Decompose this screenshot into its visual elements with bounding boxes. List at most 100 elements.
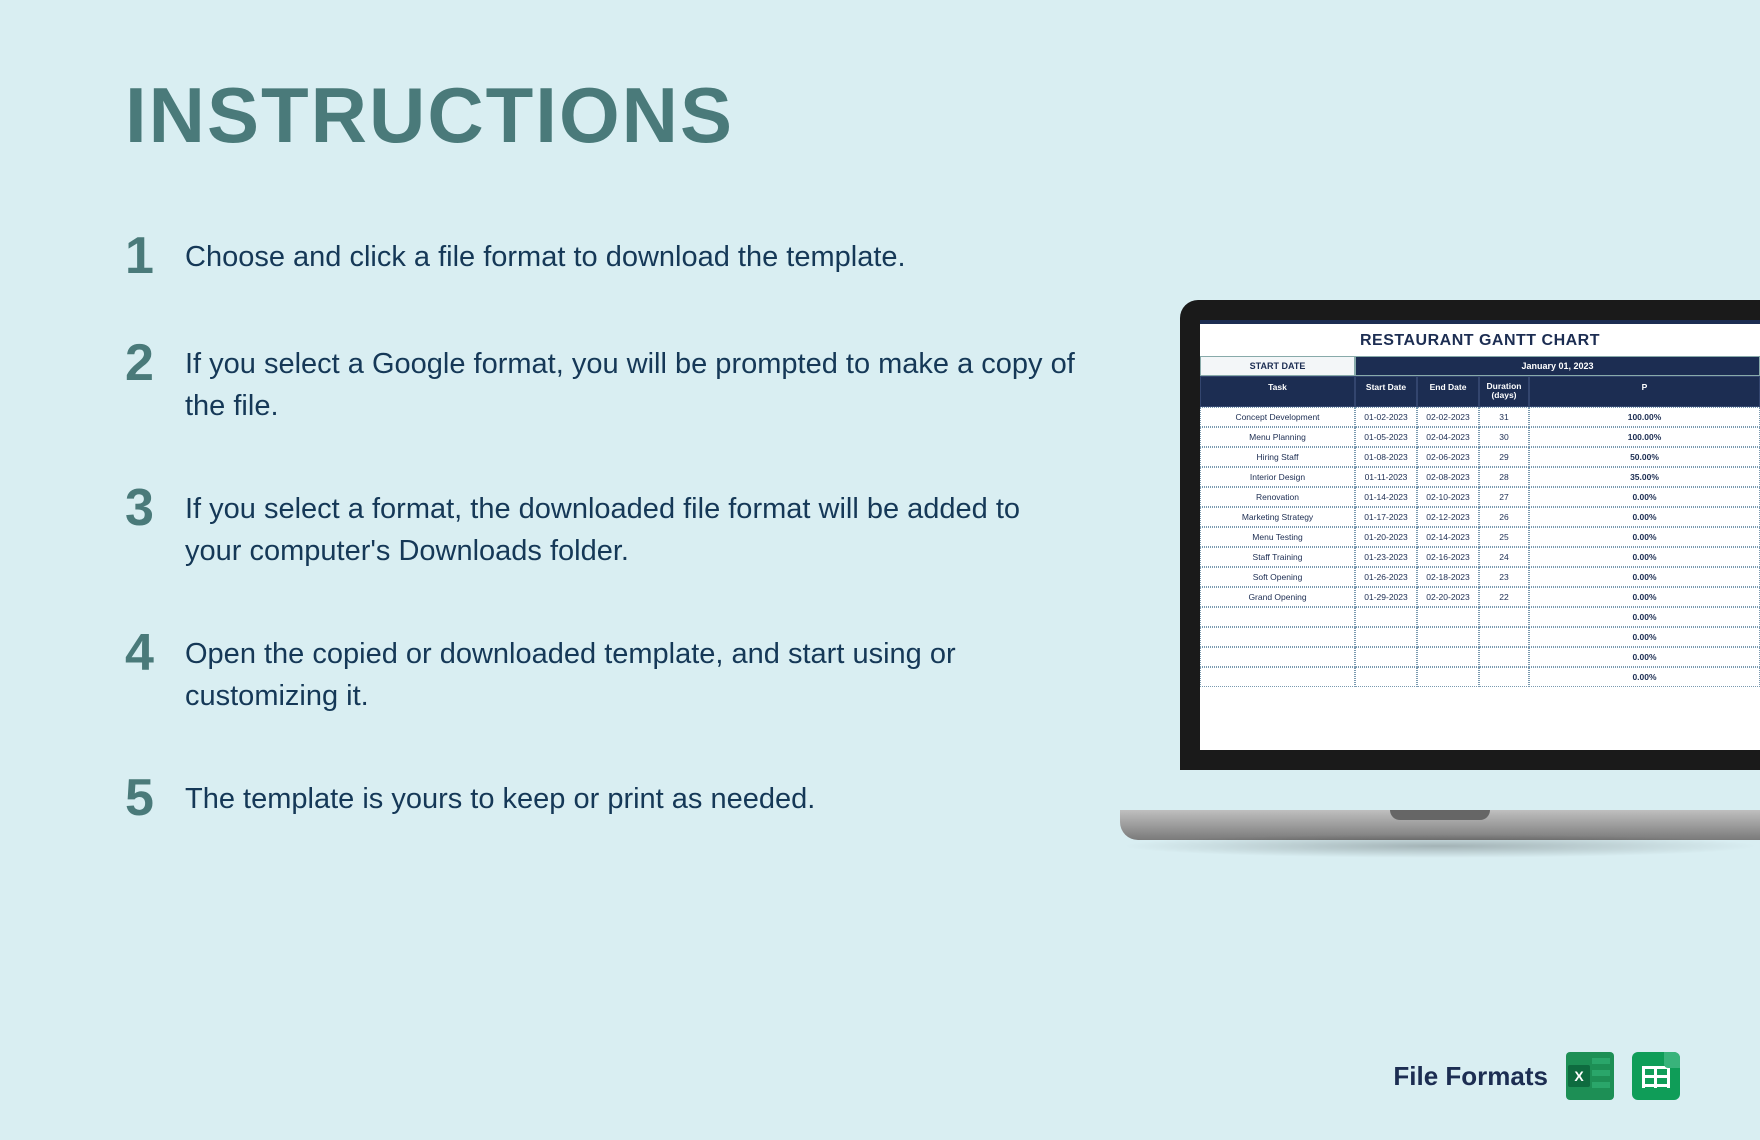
table-cell: 02-02-2023 xyxy=(1417,407,1479,427)
table-cell: Marketing Strategy xyxy=(1200,507,1355,527)
table-cell: 23 xyxy=(1479,567,1529,587)
table-cell: 26 xyxy=(1479,507,1529,527)
table-cell xyxy=(1417,647,1479,667)
table-cell xyxy=(1479,627,1529,647)
table-cell: 01-26-2023 xyxy=(1355,567,1417,587)
step-number: 1 xyxy=(125,230,185,282)
table-row: Grand Opening01-29-202302-20-2023220.00% xyxy=(1200,587,1760,607)
instruction-step: 5The template is yours to keep or print … xyxy=(125,772,1075,824)
table-cell: 01-11-2023 xyxy=(1355,467,1417,487)
table-cell: 0.00% xyxy=(1529,667,1760,687)
table-cell: 28 xyxy=(1479,467,1529,487)
table-row: Marketing Strategy01-17-202302-12-202326… xyxy=(1200,507,1760,527)
table-row: Interior Design01-11-202302-08-20232835.… xyxy=(1200,467,1760,487)
table-cell: 01-29-2023 xyxy=(1355,587,1417,607)
col-duration: Duration (days) xyxy=(1479,376,1529,407)
google-sheets-icon[interactable] xyxy=(1632,1052,1680,1100)
table-cell: Staff Training xyxy=(1200,547,1355,567)
table-cell xyxy=(1417,667,1479,687)
table-cell: 30 xyxy=(1479,427,1529,447)
step-text: If you select a format, the downloaded f… xyxy=(185,482,1075,572)
table-cell: Soft Opening xyxy=(1200,567,1355,587)
table-cell: Menu Planning xyxy=(1200,427,1355,447)
table-cell: 27 xyxy=(1479,487,1529,507)
table-row: 0.00% xyxy=(1200,607,1760,627)
page-title: INSTRUCTIONS xyxy=(125,70,734,161)
table-cell: 0.00% xyxy=(1529,487,1760,507)
table-cell: 01-20-2023 xyxy=(1355,527,1417,547)
table-cell: 25 xyxy=(1479,527,1529,547)
table-cell xyxy=(1200,607,1355,627)
table-cell xyxy=(1200,647,1355,667)
table-cell xyxy=(1479,607,1529,627)
table-cell: 02-04-2023 xyxy=(1417,427,1479,447)
sheet-title: RESTAURANT GANTT CHART xyxy=(1200,324,1760,356)
instruction-step: 1Choose and click a file format to downl… xyxy=(125,230,1075,282)
table-cell: 01-08-2023 xyxy=(1355,447,1417,467)
instruction-step: 3If you select a format, the downloaded … xyxy=(125,482,1075,572)
col-end: End Date xyxy=(1417,376,1479,407)
step-text: Choose and click a file format to downlo… xyxy=(185,230,906,278)
table-cell: Interior Design xyxy=(1200,467,1355,487)
table-cell: 01-23-2023 xyxy=(1355,547,1417,567)
sheet-column-headers: Task Start Date End Date Duration (days)… xyxy=(1200,376,1760,407)
table-cell xyxy=(1479,647,1529,667)
step-number: 4 xyxy=(125,627,185,679)
instruction-steps: 1Choose and click a file format to downl… xyxy=(125,230,1075,879)
table-cell: 01-14-2023 xyxy=(1355,487,1417,507)
table-row: Hiring Staff01-08-202302-06-20232950.00% xyxy=(1200,447,1760,467)
table-cell xyxy=(1417,627,1479,647)
table-cell xyxy=(1355,627,1417,647)
table-cell: 0.00% xyxy=(1529,607,1760,627)
table-cell xyxy=(1417,607,1479,627)
step-number: 3 xyxy=(125,482,185,534)
table-cell xyxy=(1355,647,1417,667)
table-cell: 0.00% xyxy=(1529,587,1760,607)
laptop-notch xyxy=(1390,810,1490,820)
laptop-frame: RESTAURANT GANTT CHART START DATE Januar… xyxy=(1180,300,1760,770)
laptop-preview: RESTAURANT GANTT CHART START DATE Januar… xyxy=(1160,300,1760,840)
table-cell: 22 xyxy=(1479,587,1529,607)
table-row: Menu Planning01-05-202302-04-202330100.0… xyxy=(1200,427,1760,447)
sheet-rows: Concept Development01-02-202302-02-20233… xyxy=(1200,407,1760,687)
table-cell: 50.00% xyxy=(1529,447,1760,467)
col-start: Start Date xyxy=(1355,376,1417,407)
table-cell: 0.00% xyxy=(1529,647,1760,667)
table-cell: 01-17-2023 xyxy=(1355,507,1417,527)
table-cell: 02-20-2023 xyxy=(1417,587,1479,607)
step-number: 2 xyxy=(125,337,185,389)
table-cell: 02-14-2023 xyxy=(1417,527,1479,547)
table-cell: 24 xyxy=(1479,547,1529,567)
col-percent: P xyxy=(1529,376,1760,407)
table-cell: 100.00% xyxy=(1529,407,1760,427)
laptop-shadow xyxy=(1120,834,1760,858)
table-cell: 02-18-2023 xyxy=(1417,567,1479,587)
file-formats: File Formats xyxy=(1393,1052,1680,1100)
table-row: 0.00% xyxy=(1200,667,1760,687)
table-cell: Renovation xyxy=(1200,487,1355,507)
instruction-step: 4Open the copied or downloaded template,… xyxy=(125,627,1075,717)
start-date-label: START DATE xyxy=(1200,356,1355,376)
table-cell: 01-05-2023 xyxy=(1355,427,1417,447)
table-cell: 0.00% xyxy=(1529,567,1760,587)
table-cell: 0.00% xyxy=(1529,547,1760,567)
table-row: Menu Testing01-20-202302-14-2023250.00% xyxy=(1200,527,1760,547)
table-cell xyxy=(1479,667,1529,687)
table-row: Concept Development01-02-202302-02-20233… xyxy=(1200,407,1760,427)
step-number: 5 xyxy=(125,772,185,824)
instruction-step: 2If you select a Google format, you will… xyxy=(125,337,1075,427)
table-cell: Hiring Staff xyxy=(1200,447,1355,467)
excel-icon[interactable] xyxy=(1566,1052,1614,1100)
sheet-header-row: START DATE January 01, 2023 xyxy=(1200,356,1760,376)
step-text: The template is yours to keep or print a… xyxy=(185,772,815,820)
table-cell: 100.00% xyxy=(1529,427,1760,447)
table-cell xyxy=(1355,607,1417,627)
table-row: 0.00% xyxy=(1200,647,1760,667)
table-row: 0.00% xyxy=(1200,627,1760,647)
table-cell xyxy=(1200,627,1355,647)
table-cell: 01-02-2023 xyxy=(1355,407,1417,427)
table-cell: 02-10-2023 xyxy=(1417,487,1479,507)
step-text: Open the copied or downloaded template, … xyxy=(185,627,1075,717)
col-task: Task xyxy=(1200,376,1355,407)
table-cell xyxy=(1200,667,1355,687)
